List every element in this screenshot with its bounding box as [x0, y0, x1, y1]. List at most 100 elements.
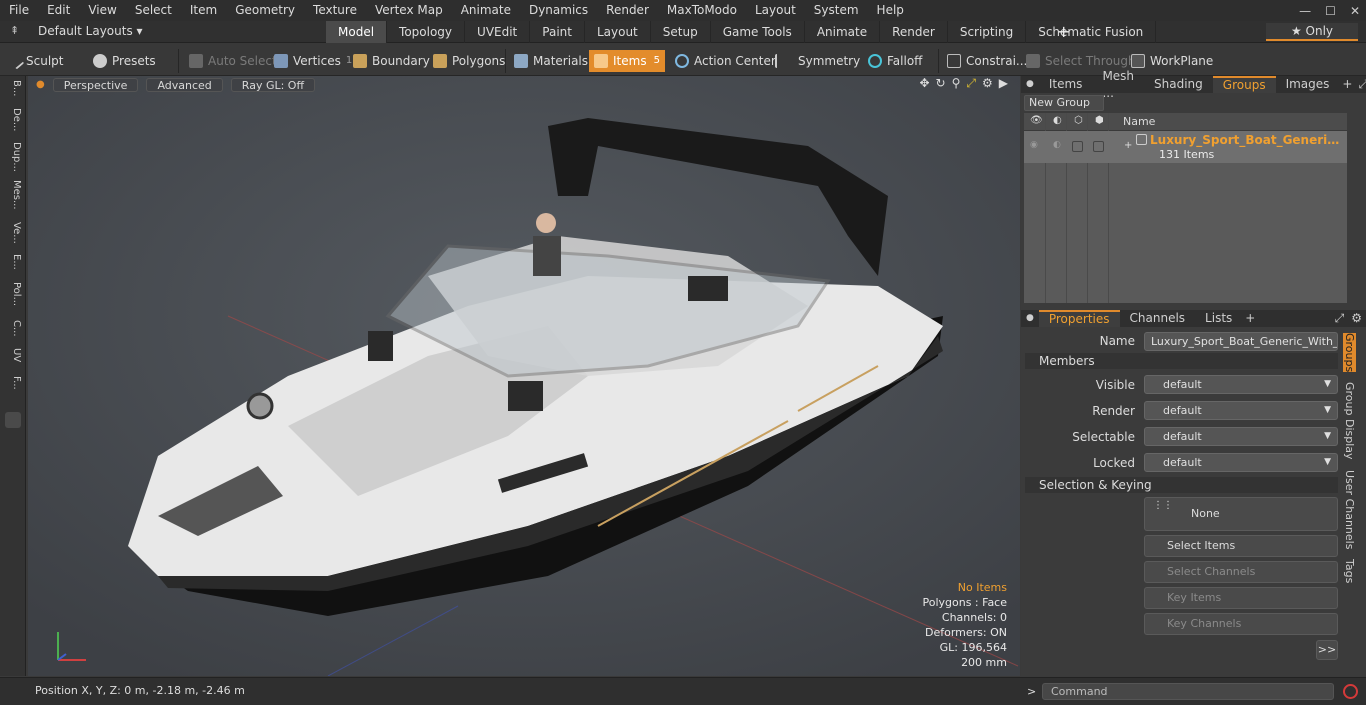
vtab-user-channels[interactable]: User Channels [1343, 470, 1356, 549]
menu-file[interactable]: File [0, 0, 38, 21]
selectable-dropdown[interactable]: default ▼ [1144, 427, 1338, 446]
maximize-icon[interactable]: ☐ [1325, 4, 1336, 18]
strip-tab-curve[interactable]: C... [4, 320, 22, 337]
raygl-button[interactable]: Ray GL: Off [230, 77, 316, 92]
tab-setup[interactable]: Setup [651, 21, 711, 43]
materials-button[interactable]: Materials [509, 50, 593, 72]
props-settings-icon[interactable]: ⚙ [1347, 310, 1366, 327]
menu-vertex-map[interactable]: Vertex Map [366, 0, 452, 21]
select-channels-button[interactable]: Select Channels [1144, 561, 1338, 583]
render-icon[interactable]: ◐ [1053, 115, 1062, 126]
tab-items[interactable]: Items [1039, 76, 1093, 93]
fit-view-icon[interactable]: ⤢ [966, 76, 976, 91]
vtab-tags[interactable]: Tags [1343, 559, 1356, 583]
strip-tab-edge[interactable]: E... [4, 254, 22, 270]
tab-shading[interactable]: Shading [1144, 76, 1213, 93]
menu-edit[interactable]: Edit [38, 0, 79, 21]
sculpt-button[interactable]: Sculpt [6, 50, 68, 72]
tab-layout[interactable]: Layout [585, 21, 651, 43]
row-render-icon[interactable]: ◐ [1053, 140, 1061, 150]
key-channels-button[interactable]: Key Channels [1144, 613, 1338, 635]
viewport-more-icon[interactable]: ▶ [999, 76, 1008, 91]
vertices-button[interactable]: Vertices 1 [269, 50, 357, 72]
tab-groups[interactable]: Groups [1212, 76, 1276, 93]
strip-tab-basic[interactable]: B... [4, 80, 22, 96]
boundary-button[interactable]: Boundary [348, 50, 435, 72]
selection-keying-section[interactable]: Selection & Keying [1025, 477, 1338, 493]
strip-tab-vertex[interactable]: Ve... [4, 222, 22, 244]
row-lock-checkbox[interactable] [1093, 141, 1104, 152]
tab-properties[interactable]: Properties [1038, 310, 1120, 327]
menu-layout[interactable]: Layout [746, 0, 805, 21]
menu-texture[interactable]: Texture [304, 0, 366, 21]
expand-group-icon[interactable]: + [1124, 140, 1132, 151]
add-props-tab-icon[interactable]: + [1242, 310, 1258, 327]
members-section[interactable]: Members [1025, 353, 1338, 369]
tab-schematic-fusion[interactable]: Schematic Fusion [1026, 21, 1157, 43]
key-items-button[interactable]: Key Items [1144, 587, 1338, 609]
locked-dropdown[interactable]: default ▼ [1144, 453, 1338, 472]
vtab-group-display[interactable]: Group Display [1343, 382, 1356, 460]
strip-tab-fusion[interactable]: F... [4, 376, 22, 390]
layout-arrow-icon[interactable]: ⇞ [10, 24, 19, 37]
tab-scripting[interactable]: Scripting [948, 21, 1027, 43]
default-layouts-dropdown[interactable]: Default Layouts ▾ [38, 24, 143, 38]
tab-lists[interactable]: Lists [1195, 310, 1242, 327]
panel-menu-dot-icon[interactable]: ● [1021, 76, 1039, 93]
move-view-icon[interactable]: ✥ [919, 76, 929, 91]
tab-paint[interactable]: Paint [530, 21, 585, 43]
strip-tab-mesh[interactable]: Mes... [4, 180, 22, 210]
menu-item[interactable]: Item [181, 0, 226, 21]
tab-game-tools[interactable]: Game Tools [711, 21, 805, 43]
only-button[interactable]: ★ Only [1266, 23, 1358, 41]
visible-dropdown[interactable]: default ▼ [1144, 375, 1338, 394]
props-menu-dot-icon[interactable]: ● [1021, 310, 1039, 327]
tab-render[interactable]: Render [880, 21, 948, 43]
items-button[interactable]: Items 5 [589, 50, 665, 72]
close-icon[interactable]: ✕ [1350, 4, 1360, 18]
menu-maxtomodo[interactable]: MaxToModo [658, 0, 746, 21]
select-items-button[interactable]: Select Items [1144, 535, 1338, 557]
auto-select-button[interactable]: Auto Select [184, 50, 282, 72]
command-input[interactable]: Command [1042, 683, 1334, 700]
render-dropdown[interactable]: default ▼ [1144, 401, 1338, 420]
record-icon[interactable] [1343, 684, 1358, 699]
new-group-button[interactable]: New Group [1024, 95, 1104, 111]
none-button[interactable]: ⋮⋮ None [1144, 497, 1338, 531]
menu-select[interactable]: Select [126, 0, 181, 21]
advanced-button[interactable]: Advanced [146, 77, 223, 92]
visibility-eye-icon[interactable]: 👁 [1030, 115, 1043, 126]
strip-tab-uv[interactable]: UV [4, 348, 22, 362]
group-name[interactable]: Luxury_Sport_Boat_Generic_Wi... [1150, 133, 1346, 147]
tab-channels[interactable]: Channels [1120, 310, 1196, 327]
symmetry-button[interactable]: Symmetry [770, 50, 865, 72]
strip-tab-duplicate[interactable]: Dup... [4, 142, 22, 172]
selectable-icon[interactable]: ⬡ [1074, 115, 1083, 126]
menu-system[interactable]: System [805, 0, 868, 21]
perspective-button[interactable]: Perspective [52, 77, 139, 92]
3d-viewport[interactable]: ● Perspective Advanced Ray GL: Off ✥ ↻ ⚲… [28, 76, 1020, 676]
viewport-settings-icon[interactable]: ⚙ [982, 76, 993, 91]
tab-images[interactable]: Images [1276, 76, 1340, 93]
viewport-menu-dot-icon[interactable]: ● [36, 79, 45, 90]
group-row[interactable]: ◉ ◐ + Luxury_Sport_Boat_Generic_Wi... 13… [1024, 131, 1347, 163]
constraints-button[interactable]: Constrai... [942, 50, 1032, 72]
row-visibility-icon[interactable]: ◉ [1030, 140, 1038, 150]
lock-icon[interactable]: ⬢ [1095, 115, 1104, 126]
strip-toggle-button[interactable] [5, 412, 21, 428]
expand-panel-icon[interactable]: ⤢ [1355, 76, 1366, 93]
tab-uvedit[interactable]: UVEdit [465, 21, 531, 43]
menu-view[interactable]: View [79, 0, 125, 21]
name-field[interactable]: Luxury_Sport_Boat_Generic_With_Dri [1144, 332, 1338, 351]
rotate-view-icon[interactable]: ↻ [936, 76, 946, 91]
minimize-icon[interactable]: — [1299, 4, 1311, 18]
zoom-view-icon[interactable]: ⚲ [952, 76, 961, 91]
menu-dynamics[interactable]: Dynamics [520, 0, 597, 21]
menu-geometry[interactable]: Geometry [226, 0, 304, 21]
presets-button[interactable]: Presets [88, 50, 161, 72]
tab-animate[interactable]: Animate [805, 21, 881, 43]
row-selectable-checkbox[interactable] [1072, 141, 1083, 152]
menu-render[interactable]: Render [597, 0, 658, 21]
menu-help[interactable]: Help [868, 0, 913, 21]
expand-props-icon[interactable]: ⤢ [1332, 310, 1348, 327]
